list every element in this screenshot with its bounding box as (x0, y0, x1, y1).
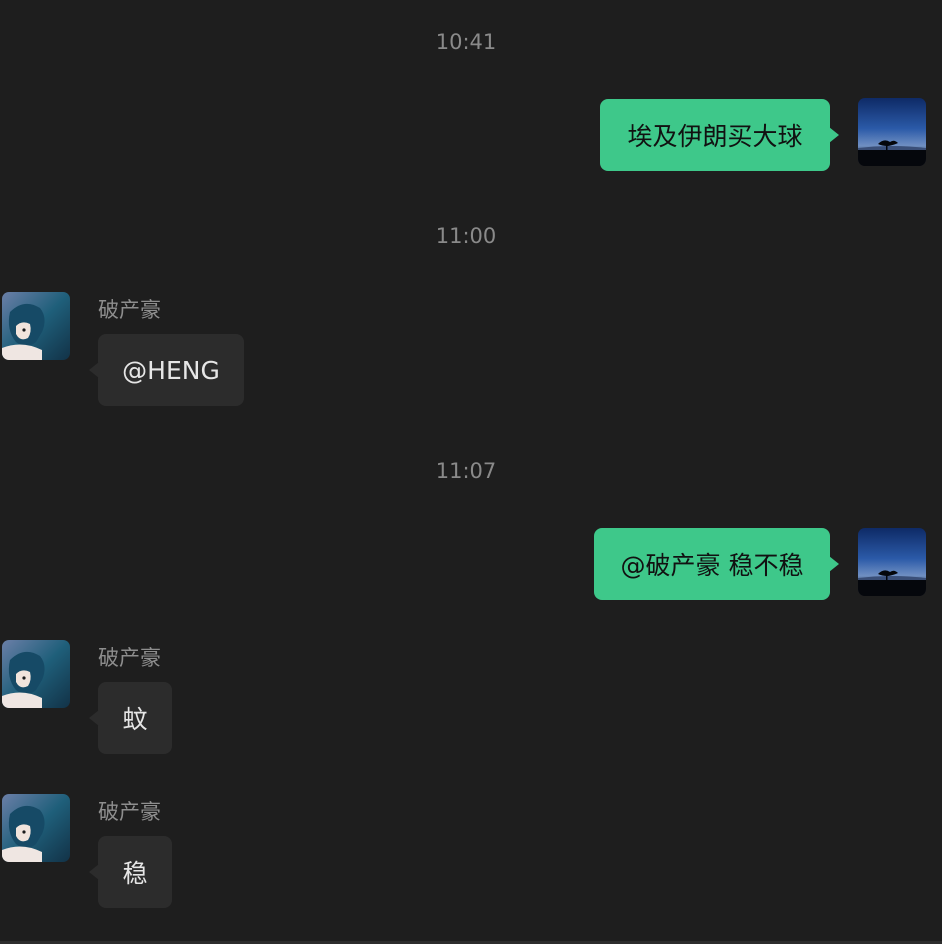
incoming-message-bubble[interactable]: @HENG (89, 334, 244, 406)
anime-girl-avatar[interactable] (2, 292, 70, 360)
anime-girl-avatar[interactable] (2, 794, 70, 862)
chat-panel: 10:41 埃及伊朗买大球 11:00 破产豪 @HENG 11:07 @破产豪… (0, 0, 942, 944)
outgoing-message-bubble[interactable]: @破产豪 稳不稳 (594, 528, 839, 600)
incoming-message-bubble[interactable]: 稳 (89, 836, 172, 908)
timestamp: 11:07 (435, 459, 497, 483)
outgoing-message-bubble[interactable]: 埃及伊朗买大球 (600, 99, 839, 171)
night-sky-tree-avatar[interactable] (858, 528, 926, 596)
sender-name: 破产豪 (98, 800, 161, 824)
night-sky-tree-avatar[interactable] (858, 98, 926, 166)
timestamp: 10:41 (435, 30, 497, 54)
sender-name: 破产豪 (98, 298, 161, 322)
timestamp: 11:00 (435, 224, 497, 248)
anime-girl-avatar[interactable] (2, 640, 70, 708)
incoming-message-bubble[interactable]: 蚊 (89, 682, 172, 754)
sender-name: 破产豪 (98, 646, 161, 670)
